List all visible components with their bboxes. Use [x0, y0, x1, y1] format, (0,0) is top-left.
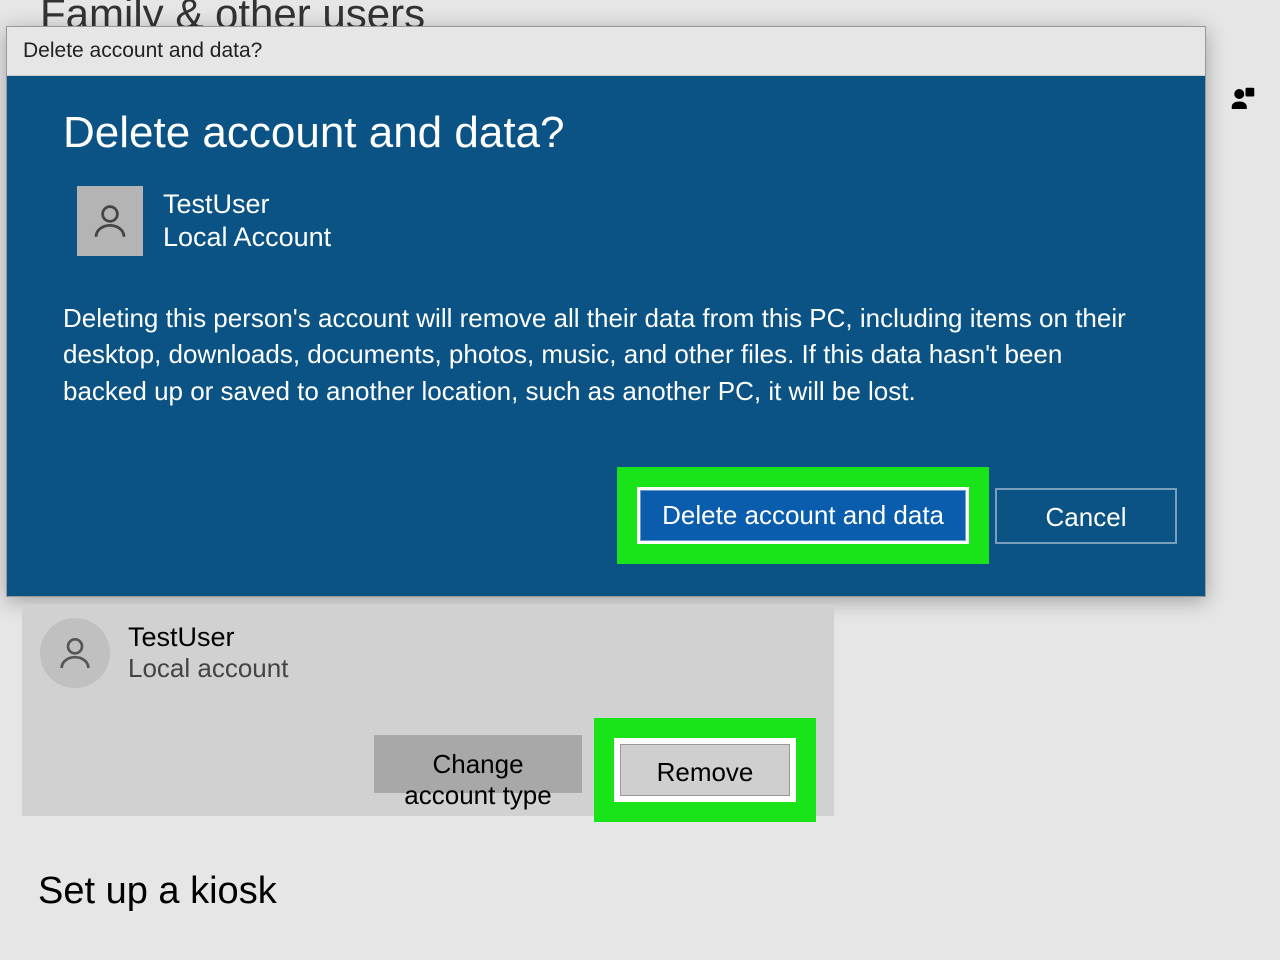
user-card[interactable]: TestUser Local account Change account ty… — [22, 604, 834, 816]
delete-account-dialog: Delete account and data? Delete account … — [6, 26, 1206, 597]
delete-account-and-data-button[interactable]: Delete account and data — [637, 487, 969, 544]
card-user-name: TestUser — [128, 622, 288, 653]
dialog-titlebar: Delete account and data? — [7, 27, 1205, 76]
dialog-user-row: TestUser Local Account — [77, 186, 1157, 256]
dialog-message: Deleting this person's account will remo… — [63, 300, 1133, 409]
card-user-info: TestUser Local account — [128, 622, 288, 684]
change-account-type-button[interactable]: Change account type — [374, 735, 582, 793]
kiosk-heading: Set up a kiosk — [38, 870, 277, 913]
dialog-user-type: Local Account — [163, 222, 331, 253]
dialog-button-row: Delete account and data Cancel — [55, 467, 1177, 564]
highlight-remove-button: Remove — [594, 718, 816, 822]
overlay-people-icon — [1228, 84, 1258, 114]
dialog-user-info: TestUser Local Account — [163, 189, 331, 253]
card-avatar-icon — [40, 618, 110, 688]
cancel-button[interactable]: Cancel — [995, 488, 1177, 544]
card-button-row: Change account type Remove — [374, 712, 816, 816]
user-avatar-icon — [77, 186, 143, 256]
user-card-header: TestUser Local account — [40, 618, 816, 688]
dialog-body: Delete account and data? TestUser Local … — [7, 76, 1205, 596]
dialog-heading: Delete account and data? — [63, 108, 1157, 158]
highlight-delete-button: Delete account and data — [617, 467, 989, 564]
remove-button[interactable]: Remove — [620, 744, 790, 796]
card-user-type: Local account — [128, 653, 288, 684]
dialog-user-name: TestUser — [163, 189, 331, 220]
